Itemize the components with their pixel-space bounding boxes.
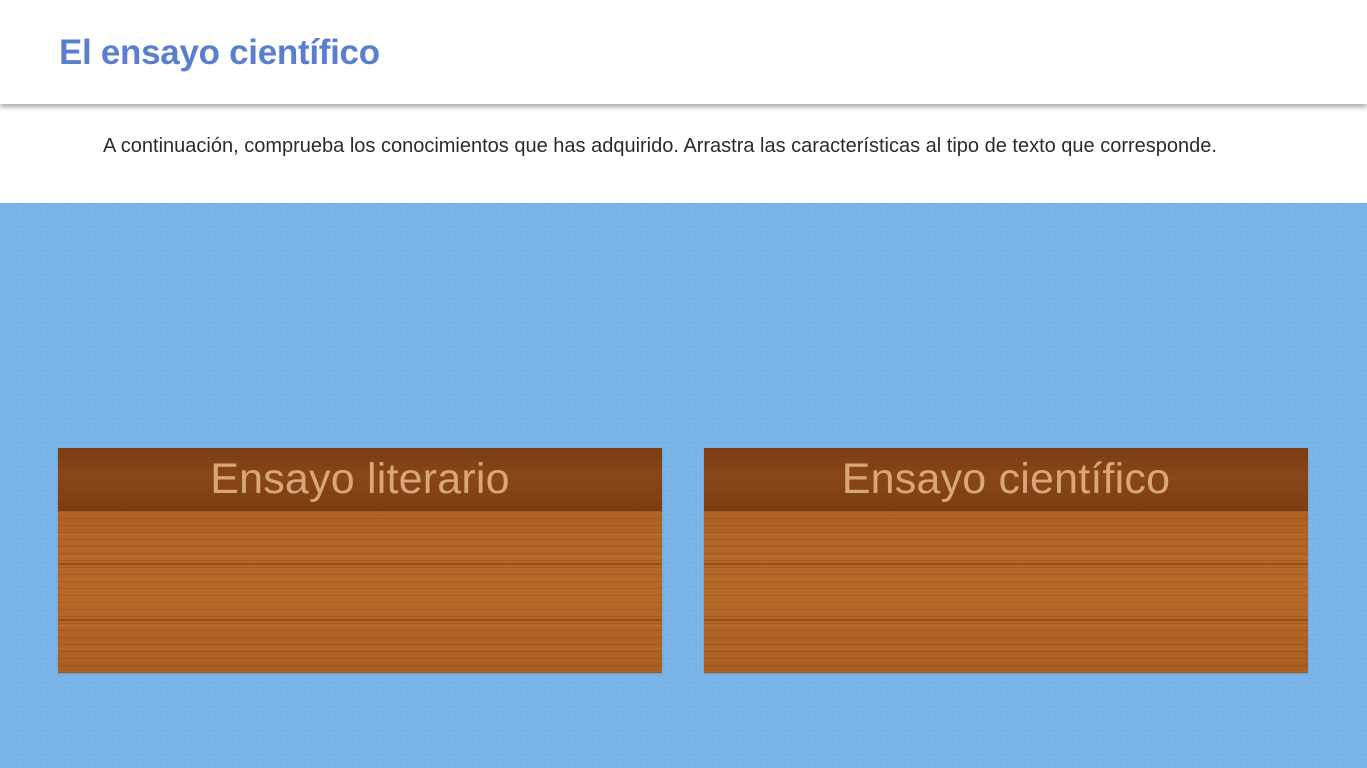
drop-zone-label: Ensayo literario <box>210 455 510 503</box>
activity-area: Ensayo literario Ensayo científico <box>0 203 1367 768</box>
instructions-text: A continuación, comprueba los conocimien… <box>103 135 1217 157</box>
drop-zone-target-area[interactable] <box>704 511 1308 673</box>
drop-zone-ensayo-cientifico[interactable]: Ensayo científico <box>704 448 1308 673</box>
drop-zone-ensayo-literario[interactable]: Ensayo literario <box>58 448 662 673</box>
drop-zone-target-area[interactable] <box>58 511 662 673</box>
page-header: El ensayo científico <box>0 0 1367 104</box>
page-title: El ensayo científico <box>59 33 380 72</box>
drop-zone-label: Ensayo científico <box>841 455 1171 503</box>
drop-zone-header: Ensayo científico <box>704 448 1308 511</box>
drop-zone-header: Ensayo literario <box>58 448 662 511</box>
